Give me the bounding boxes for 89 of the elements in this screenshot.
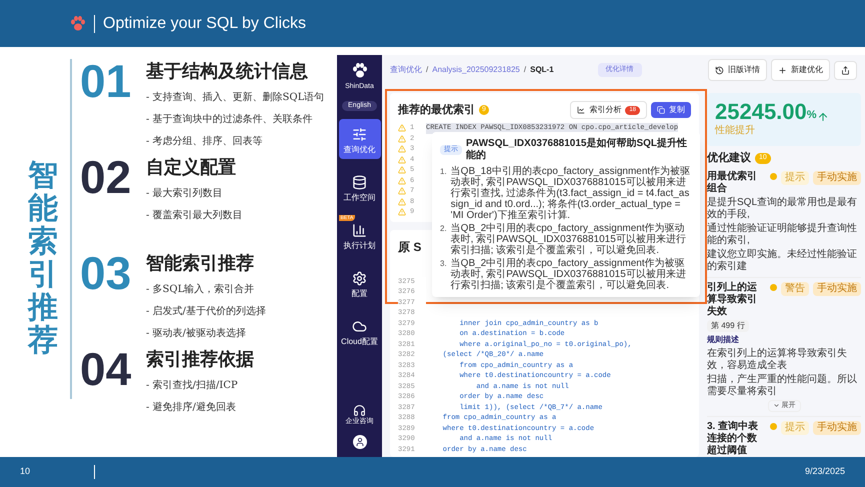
breadcrumb-separator: /: [426, 64, 428, 76]
bullet-text: - 考虑分组、排序、回表等: [146, 134, 264, 149]
section-heading: 基于结构及统计信息: [146, 60, 309, 83]
headset-icon: [353, 404, 366, 416]
warning-icon: [398, 176, 406, 185]
copy-icon: [657, 106, 665, 114]
chevron-down-icon: [772, 402, 780, 410]
bullet-text: - 索引查找/扫描/ICP: [146, 378, 239, 393]
list-number: 1.: [440, 166, 447, 178]
action-button[interactable]: [834, 60, 857, 80]
nav-item[interactable]: Cloud配置: [338, 311, 380, 351]
suggestion-title: 引列上的运算导致索引失效: [707, 282, 758, 318]
card-title: 推荐的最优索引: [398, 102, 475, 118]
slide-date: 9/23/2025: [804, 465, 845, 478]
list-number: 3.: [440, 258, 447, 270]
avatar-icon[interactable]: [352, 435, 366, 449]
suggestion-title: 用最优索引组合: [707, 170, 758, 194]
bar-chart-icon: [352, 223, 367, 238]
card-title: 原 S: [398, 238, 422, 256]
warning-icon: [398, 145, 406, 154]
bullet-text: - 支持查询、插入、更新、删除SQL语句: [146, 90, 324, 105]
section-heading: 索引推荐依据: [146, 348, 254, 371]
section-number: 01: [80, 59, 132, 109]
bullet-text: - 最大索引列数目: [146, 186, 224, 201]
vertical-title: 智能索引推荐: [28, 159, 58, 357]
slide-title: Optimize your SQL by Clicks: [103, 14, 306, 34]
warning-icon: [398, 208, 406, 216]
paw-icon: [352, 63, 368, 78]
bullet-text: - 避免排序/避免回表: [146, 400, 237, 415]
breadcrumb-link[interactable]: SQL-1: [530, 64, 554, 76]
nav-item[interactable]: 查询优化: [338, 119, 380, 159]
arrow-up-icon: [816, 111, 829, 123]
status-tag: 提示: [781, 421, 809, 435]
bullet-text: - 启发式/基于代价的列选择: [146, 304, 266, 319]
breadcrumb-separator: /: [524, 64, 526, 76]
suggestion-text: 建议您立即实施。未经过性能验证的索引建: [707, 248, 858, 272]
section-title: 优化建议: [707, 150, 751, 166]
history-icon: [715, 66, 724, 74]
section-number: 04: [80, 347, 132, 397]
percent-unit: %: [806, 108, 817, 122]
nav-item[interactable]: 工作空间: [338, 167, 380, 207]
suggestion-title: 3. 查询中表连接的个数超过阈值: [707, 421, 760, 457]
suggestion-text: 是提升SQL查询的最常用也是最有效的手段,: [707, 196, 858, 220]
line-tag: 第 499 行: [707, 320, 749, 332]
rule-heading: 规则描述: [707, 334, 740, 346]
section-heading: 自定义配置: [146, 156, 237, 179]
list-number: 2.: [440, 223, 447, 235]
database-icon: [352, 175, 367, 190]
section-number: 02: [80, 155, 132, 205]
warning-icon: [398, 187, 406, 196]
share-icon: [841, 66, 850, 74]
breadcrumb-link[interactable]: Analysis_202509231825: [432, 64, 520, 76]
suggestion-text: 扫描，产生严重的性能问题。所以需要尽量将索引: [707, 374, 858, 398]
improvement-value: 25245.00: [715, 101, 807, 123]
line-chart-icon: [577, 106, 586, 114]
warning-icon: [398, 166, 406, 174]
suggestion-text: 通过性能验证证明能够提升查询性能的索引,: [707, 222, 858, 246]
action-button[interactable]: 新建优化: [771, 59, 830, 81]
bullet-text: - 基于查询块中的过滤条件、关联条件: [146, 112, 314, 127]
warning-icon: [398, 198, 406, 206]
sliders-icon: [352, 127, 367, 142]
tooltip-text: 当QB_18中引用的表cpo_factory_assignment作为被驱动表时, 索引PAWSQL_IDX0376881015可以被用来进行索引查找, 过滤条件为(t3.fact_assign_id = t4.fact_assign_id and t0.ord...); 将条件(t3.order_actual_type = 'MI Order')下推至索引计算.: [450, 166, 692, 221]
tooltip-title: PAWSQL_IDX0376881015是如何帮助SQL提升性能的: [466, 138, 688, 162]
warning-icon: [398, 134, 406, 143]
improvement-label: 性能提升: [715, 124, 756, 138]
copy-button[interactable]: 复制: [651, 102, 691, 118]
status-tag: 手动实施: [813, 282, 861, 296]
breadcrumb-link[interactable]: 查询优化: [390, 64, 422, 76]
tooltip-text: 当QB_2中引用的表cpo_factory_assignment作为驱动表时, 索引PAWSQL_IDX0376881015可以被用来进行索引扫描; 该索引是个覆盖索引，可以避免回表.: [450, 223, 687, 256]
section-number: 03: [80, 251, 132, 301]
status-tag: 提示: [781, 170, 809, 184]
cloud-icon: [352, 319, 367, 334]
page-number: 10: [20, 465, 30, 478]
status-tag: 手动实施: [813, 421, 861, 435]
section-heading: 智能索引推荐: [146, 252, 255, 275]
plus-icon: [778, 66, 787, 74]
tooltip-text: 当QB_2中引用的表cpo_factory_assignment作为被驱动表时, 索引PAWSQL_IDX0376881015可以被用来进行索引扫描; 该索引是个覆盖索引，可以避免回表.: [450, 258, 687, 291]
bullet-text: - 覆盖索引最大列数目: [146, 208, 243, 223]
status-tag: 警告: [781, 282, 809, 296]
warning-icon: [398, 156, 406, 164]
paw-icon: [70, 16, 86, 31]
bullet-text: - 驱动表/被驱动表选择: [146, 326, 247, 341]
gear-icon: [352, 271, 367, 286]
status-tag: 手动实施: [813, 170, 861, 184]
action-button[interactable]: 旧版详情: [708, 59, 767, 81]
warning-icon: [398, 124, 406, 132]
nav-item[interactable]: 配置: [338, 263, 380, 303]
suggestion-text: 在索引列上的运算将导致索引失效，容易造成全表: [707, 348, 848, 372]
bullet-text: - 多SQL输入，索引合并: [146, 282, 256, 297]
